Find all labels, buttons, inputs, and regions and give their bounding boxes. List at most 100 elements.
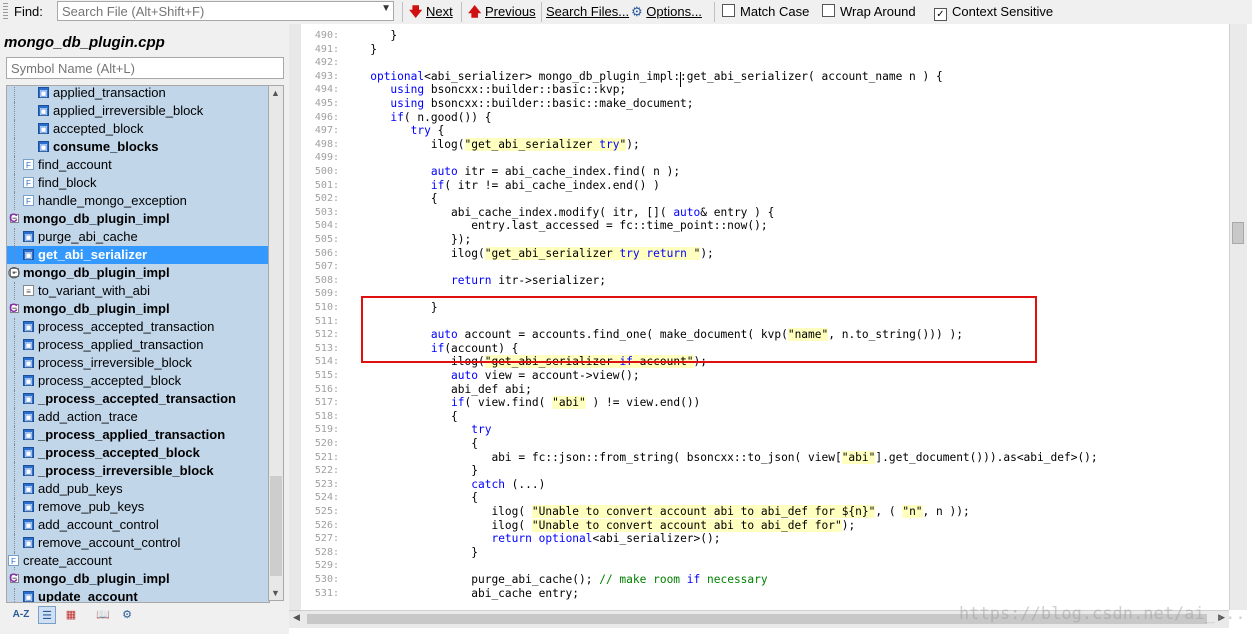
code-line[interactable]: }	[350, 546, 478, 559]
tree-item[interactable]: ▣ get_abi_serializer	[7, 246, 269, 264]
code-line[interactable]: if( n.good()) {	[350, 111, 491, 124]
code-line[interactable]: {	[350, 491, 478, 504]
code-line[interactable]: entry.last_accessed = fc::time_point::no…	[350, 219, 767, 232]
code-line[interactable]: }	[350, 29, 397, 42]
tree-item[interactable]: ▣ add_pub_keys	[7, 480, 269, 498]
options-button[interactable]: ⚙ Options...	[631, 0, 702, 24]
symbol-name-input[interactable]	[7, 58, 275, 78]
code-line[interactable]: }	[350, 43, 377, 56]
book-icon[interactable]: 📖	[94, 606, 112, 624]
find-input-box[interactable]: ▼	[57, 1, 394, 21]
code-line[interactable]: }	[350, 464, 478, 477]
code-vertical-scrollbar[interactable]	[1229, 24, 1247, 610]
line-number: 516:	[314, 383, 339, 395]
tree-item[interactable]: ▣ _process_applied_transaction	[7, 426, 269, 444]
previous-button[interactable]: 🡅 Previous	[468, 0, 536, 24]
code-line[interactable]: ilog("get_abi_serializer try return ");	[350, 246, 714, 260]
tree-item[interactable]: ▣ consume_blocks	[7, 138, 269, 156]
scroll-up-icon[interactable]: ▲	[271, 88, 280, 98]
scroll-left-icon[interactable]: ◀	[293, 612, 300, 623]
toolbar-grip[interactable]	[3, 3, 8, 21]
code-line[interactable]: return optional<abi_serializer>();	[350, 532, 720, 545]
tree-item[interactable]: ▣ process_accepted_transaction	[7, 318, 269, 336]
tree-item[interactable]: Fcreate_account	[7, 552, 269, 570]
tree-item[interactable]: ▣ remove_account_control	[7, 534, 269, 552]
code-line[interactable]: abi_cache entry;	[350, 587, 579, 600]
search-files-button[interactable]: Search Files...	[546, 0, 629, 24]
chevron-down-icon[interactable]: ▼	[381, 3, 391, 14]
tree-item[interactable]: ▣ process_accepted_block	[7, 372, 269, 390]
symbol-search-box[interactable]	[6, 57, 284, 79]
sort-az-icon[interactable]: A-Z	[12, 606, 30, 624]
code-line[interactable]: if( itr != abi_cache_index.end() )	[350, 179, 660, 192]
line-number: 509:	[314, 288, 339, 300]
tree-item[interactable]: ▣ accepted_block	[7, 120, 269, 138]
tree-item[interactable]: ▣ purge_abi_cache	[7, 228, 269, 246]
tree-item[interactable]: ▣ add_action_trace	[7, 408, 269, 426]
code-line[interactable]: try	[350, 423, 491, 436]
next-button[interactable]: 🡇 Next	[409, 0, 453, 24]
context-sensitive-label: Context Sensitive	[952, 4, 1054, 19]
tree-scrollbar[interactable]: ▲ ▼	[268, 85, 284, 601]
search-input[interactable]	[58, 2, 381, 20]
tree-item[interactable]: − Cmongo_db_plugin_impl	[7, 300, 269, 318]
tree-item[interactable]: Ffind_account	[7, 156, 269, 174]
code-line[interactable]: return itr->serializer;	[350, 274, 606, 287]
code-line[interactable]: catch (...)	[350, 478, 545, 491]
scroll-down-icon[interactable]: ▼	[271, 588, 280, 598]
code-line[interactable]: abi_cache_index.modify( itr, []( auto& e…	[350, 206, 774, 219]
match-case-checkbox[interactable]: Match Case	[722, 0, 809, 24]
tree-item[interactable]: ▣ applied_irreversible_block	[7, 102, 269, 120]
code-line[interactable]: using bsoncxx::builder::basic::kvp;	[350, 83, 626, 96]
code-line[interactable]: {	[350, 410, 458, 423]
struct-icon: ≡	[23, 285, 34, 296]
tree-item[interactable]: ▣ applied_transaction	[7, 86, 269, 102]
gear-icon[interactable]: ⚙	[118, 606, 136, 624]
method-icon: ▣	[38, 123, 49, 134]
wrap-around-checkbox[interactable]: Wrap Around	[822, 0, 916, 24]
context-sensitive-checkbox[interactable]: ✓ Context Sensitive	[934, 0, 1053, 24]
code-line[interactable]: });	[350, 233, 471, 246]
code-line[interactable]: abi = fc::json::from_string( bsoncxx::to…	[350, 450, 1098, 464]
scrollbar-thumb[interactable]	[270, 476, 282, 576]
code-line[interactable]: ilog( "Unable to convert account abi to …	[350, 505, 970, 518]
code-line[interactable]: ilog( "Unable to convert account abi to …	[350, 518, 855, 532]
categories-icon[interactable]: ▦	[62, 606, 80, 624]
symbol-tree[interactable]: ▣ applied_transaction ▣ applied_irreversibl…	[6, 85, 270, 603]
code-line[interactable]: {	[350, 192, 438, 205]
code-line[interactable]: try {	[350, 124, 445, 137]
tree-item[interactable]: ▣ add_account_control	[7, 516, 269, 534]
tree-item-label: to_variant_with_abi	[38, 283, 151, 298]
checkbox-box[interactable]	[722, 4, 735, 17]
tree-item[interactable]: ▣ _process_accepted_transaction	[7, 390, 269, 408]
code-line[interactable]: auto itr = abi_cache_index.find( n );	[350, 165, 680, 178]
tree-item[interactable]: Ffind_block	[7, 174, 269, 192]
line-number: 507:	[314, 261, 339, 273]
tree-item[interactable]: Fhandle_mongo_exception	[7, 192, 269, 210]
tree-item[interactable]: ▣ _process_accepted_block	[7, 444, 269, 462]
tree-item[interactable]: − ⨀ mongo_db_plugin_impl	[7, 264, 269, 282]
code-line[interactable]: optional<abi_serializer> mongo_db_plugin…	[350, 70, 943, 83]
code-line[interactable]: abi_def abi;	[350, 383, 532, 396]
tree-item[interactable]: ▣ process_applied_transaction	[7, 336, 269, 354]
code-line[interactable]: auto view = account->view();	[350, 369, 640, 382]
code-editor[interactable]: 490: 491: 492: 493: 494: 495: 496: 497: 498: 499:…	[289, 24, 1252, 634]
code-line[interactable]: using bsoncxx::builder::basic::make_docu…	[350, 97, 693, 110]
fold-margin[interactable]	[289, 24, 301, 610]
scrollbar-thumb[interactable]	[1232, 222, 1244, 244]
tree-item[interactable]: − Cmongo_db_plugin_impl	[7, 570, 269, 588]
checkbox-box[interactable]	[822, 4, 835, 17]
list-view-icon[interactable]: ☰	[38, 606, 56, 624]
checkbox-box-checked[interactable]: ✓	[934, 8, 947, 21]
tree-item[interactable]: ▣ remove_pub_keys	[7, 498, 269, 516]
line-number: 531:	[314, 587, 339, 599]
code-line[interactable]: {	[350, 437, 478, 450]
code-line[interactable]: ilog("get_abi_serializer try");	[350, 137, 640, 151]
tree-item[interactable]: ▣ _process_irreversible_block	[7, 462, 269, 480]
code-line[interactable]: purge_abi_cache(); // make room if neces…	[350, 573, 767, 586]
tree-item[interactable]: ▣ process_irreversible_block	[7, 354, 269, 372]
tree-item[interactable]: ▣ update_account	[7, 588, 269, 602]
code-line[interactable]: if( view.find( "abi" ) != view.end())	[350, 396, 700, 410]
tree-item[interactable]: ≡ to_variant_with_abi	[7, 282, 269, 300]
tree-item[interactable]: − Cmongo_db_plugin_impl	[7, 210, 269, 228]
